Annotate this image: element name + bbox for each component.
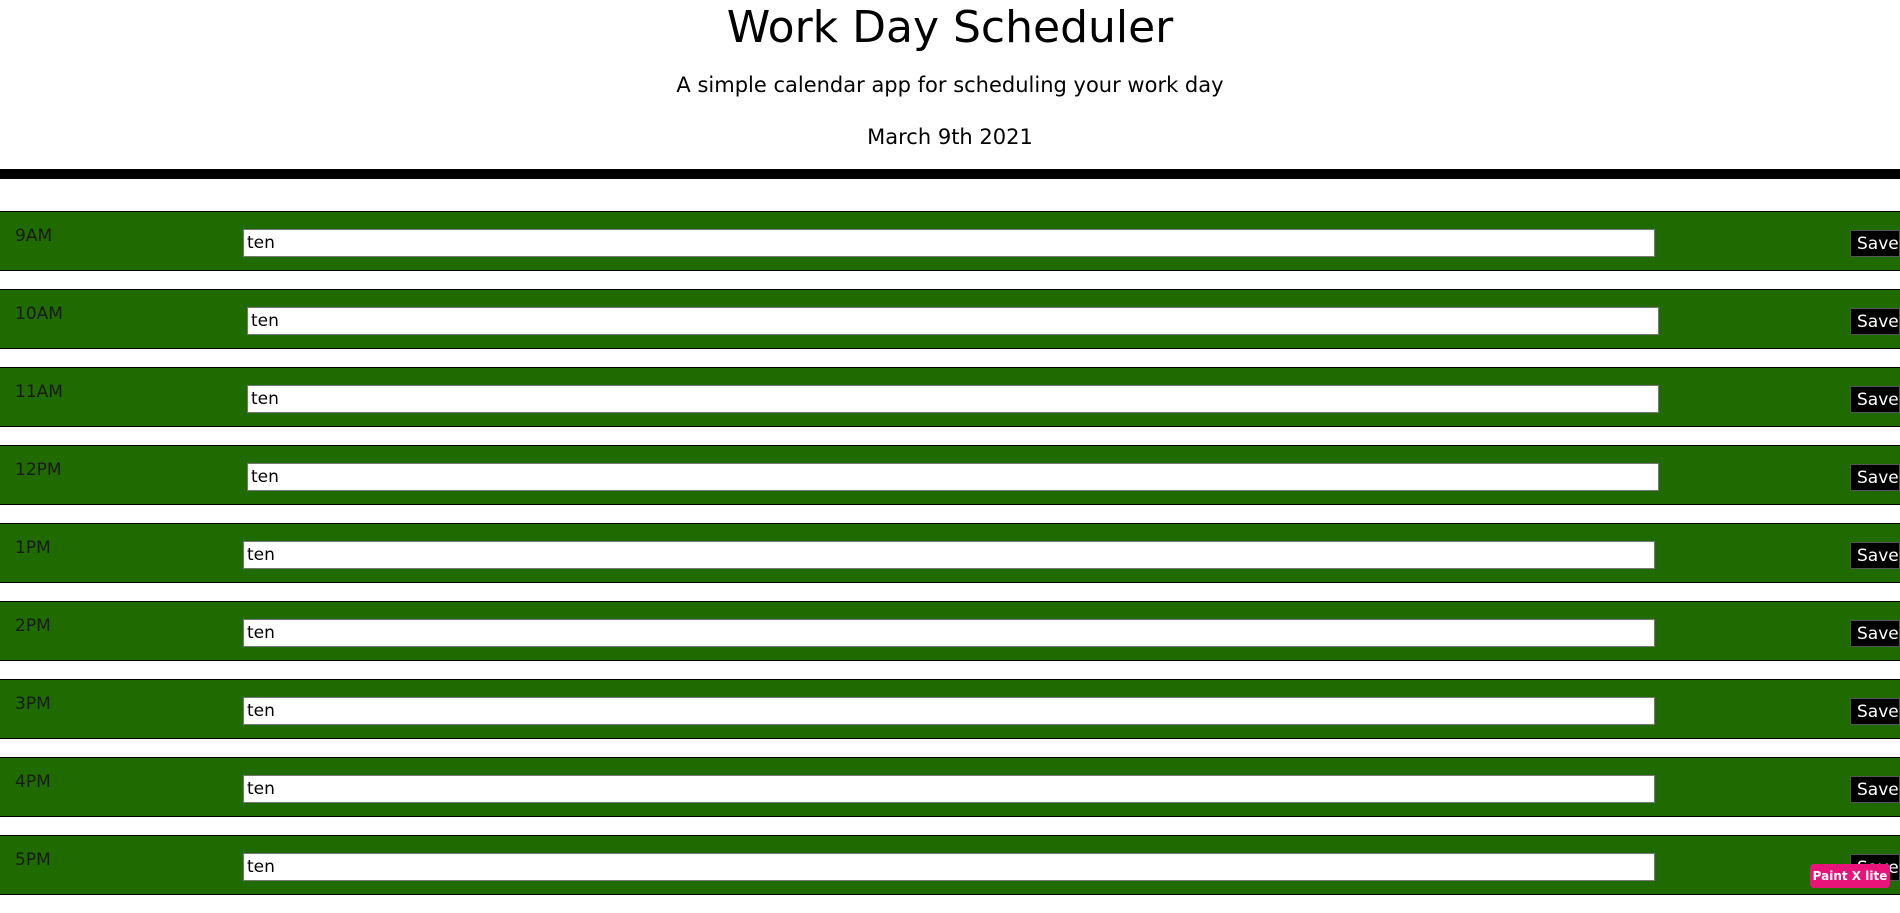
- task-input[interactable]: [243, 541, 1655, 569]
- time-block-10am: 10AM Save: [0, 289, 1900, 349]
- time-block-2pm: 2PM Save: [0, 601, 1900, 661]
- save-button[interactable]: Save: [1850, 776, 1900, 803]
- header-divider: [0, 169, 1900, 179]
- time-block-12pm: 12PM Save: [0, 445, 1900, 505]
- time-blocks-container: 9AM Save 10AM Save 11AM Save 12PM Save 1…: [0, 211, 1900, 913]
- save-button[interactable]: Save: [1850, 464, 1900, 491]
- time-block-9am: 9AM Save: [0, 211, 1900, 271]
- task-input[interactable]: [243, 775, 1655, 803]
- task-input[interactable]: [243, 697, 1655, 725]
- hour-label: 12PM: [15, 460, 62, 480]
- save-button[interactable]: Save: [1850, 230, 1900, 257]
- time-block-4pm: 4PM Save: [0, 757, 1900, 817]
- save-button[interactable]: Save: [1850, 308, 1900, 335]
- time-block-11am: 11AM Save: [0, 367, 1900, 427]
- page-header: Work Day Scheduler A simple calendar app…: [0, 0, 1900, 168]
- save-button[interactable]: Save: [1850, 386, 1900, 413]
- hour-label: 1PM: [15, 538, 51, 558]
- task-input[interactable]: [247, 463, 1659, 491]
- paint-x-lite-badge[interactable]: Paint X lite: [1810, 864, 1890, 888]
- hour-label: 5PM: [15, 850, 51, 870]
- hour-label: 9AM: [15, 226, 53, 246]
- current-date: March 9th 2021: [867, 125, 1033, 149]
- task-input[interactable]: [247, 385, 1659, 413]
- task-input[interactable]: [243, 619, 1655, 647]
- time-block-3pm: 3PM Save: [0, 679, 1900, 739]
- hour-label: 4PM: [15, 772, 51, 792]
- time-block-5pm: 5PM Save: [0, 835, 1900, 895]
- save-button[interactable]: Save: [1850, 542, 1900, 569]
- hour-label: 11AM: [15, 382, 63, 402]
- hour-label: 2PM: [15, 616, 51, 636]
- save-button[interactable]: Save: [1850, 698, 1900, 725]
- hour-label: 3PM: [15, 694, 51, 714]
- task-input[interactable]: [243, 229, 1655, 257]
- hour-label: 10AM: [15, 304, 63, 324]
- task-input[interactable]: [247, 307, 1659, 335]
- page-subtitle: A simple calendar app for scheduling you…: [676, 73, 1224, 97]
- page-title: Work Day Scheduler: [726, 2, 1174, 53]
- task-input[interactable]: [243, 853, 1655, 881]
- time-block-1pm: 1PM Save: [0, 523, 1900, 583]
- save-button[interactable]: Save: [1850, 620, 1900, 647]
